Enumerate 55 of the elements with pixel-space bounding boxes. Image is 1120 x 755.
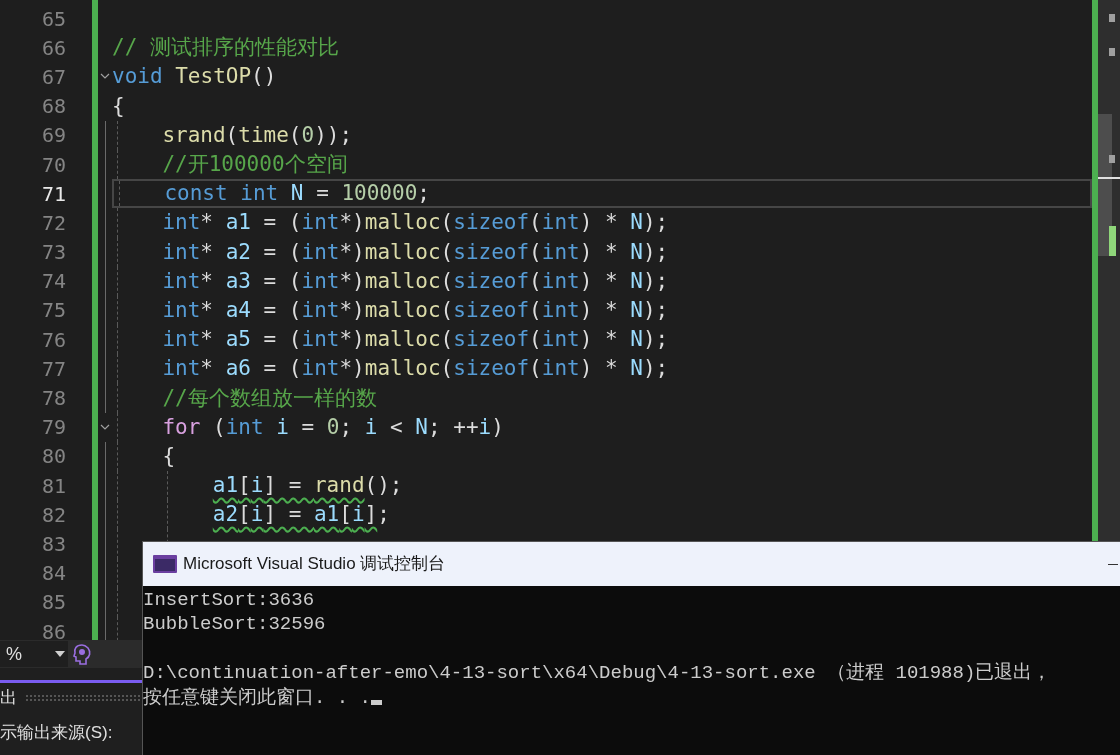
code-line: int* a2 = (int*)malloc(sizeof(int) * N); [162, 241, 669, 263]
code-line: srand(time(0)); [162, 124, 353, 146]
source-label: 示输出来源(S): [0, 722, 113, 745]
line-number: 76 [40, 326, 66, 354]
line-number: 73 [40, 239, 66, 267]
console-output-line: D:\continuation-after-emo\4-13-sort\x64\Debug\4-13-sort.exe （进程 101988)已退出， [143, 661, 1052, 686]
line-number: 84 [40, 560, 66, 588]
line-number: 78 [40, 385, 66, 413]
line-number: 81 [40, 472, 66, 500]
console-app-icon [153, 555, 177, 573]
code-line: void TestOP() [112, 66, 277, 88]
line-number: 71 [40, 180, 66, 208]
output-tab[interactable]: 出 [0, 685, 17, 711]
line-number: 65 [40, 5, 66, 33]
code-line: { [112, 95, 125, 117]
line-number: 69 [40, 122, 66, 150]
line-number: 68 [40, 93, 66, 121]
minimize-icon[interactable] [1108, 563, 1118, 565]
code-line: a2[i] = a1[i]; [212, 504, 390, 526]
line-number: 70 [40, 151, 66, 179]
code-line: int* a5 = (int*)malloc(sizeof(int) * N); [162, 329, 669, 351]
console-output-line: 按任意键关闭此窗口. . . [143, 685, 371, 710]
line-number: 72 [40, 209, 66, 237]
collapse-chevron-icon[interactable] [100, 73, 110, 81]
code-line: for (int i = 0; i < N; ++i) [162, 416, 504, 438]
code-line: int* a4 = (int*)malloc(sizeof(int) * N); [162, 299, 669, 321]
line-number: 66 [40, 34, 66, 62]
line-number: 77 [40, 355, 66, 383]
collapse-chevron-icon[interactable] [100, 423, 110, 431]
line-number: 85 [40, 589, 66, 617]
code-line: int* a1 = (int*)malloc(sizeof(int) * N); [162, 212, 669, 234]
code-line: int* a3 = (int*)malloc(sizeof(int) * N); [162, 270, 669, 292]
line-number: 83 [40, 530, 66, 558]
zoom-dropdown[interactable]: % [0, 641, 68, 667]
scrollbar-overview[interactable] [1098, 0, 1120, 541]
line-number: 86 [40, 618, 66, 640]
console-output-line: BubbleSort:32596 [143, 612, 326, 637]
caret-icon [55, 651, 65, 657]
line-number: 75 [40, 297, 66, 325]
text-cursor [371, 700, 382, 706]
console-title: Microsoft Visual Studio 调试控制台 [183, 553, 446, 576]
line-number: 67 [40, 63, 66, 91]
code-line: { [162, 445, 176, 467]
line-number: 79 [40, 414, 66, 442]
console-output-line: InsertSort:3636 [143, 588, 315, 613]
code-line: int* a6 = (int*)malloc(sizeof(int) * N); [162, 358, 669, 380]
code-line: // 测试排序的性能对比 [112, 37, 339, 59]
line-number: 80 [40, 443, 66, 471]
line-number: 74 [40, 268, 66, 296]
code-line: //每个数组放一样的数 [162, 387, 377, 409]
code-line: a1[i] = rand(); [212, 475, 403, 497]
code-line: //开100000个空间 [162, 154, 348, 176]
brain-gear-icon[interactable] [71, 643, 93, 665]
line-number: 82 [40, 501, 66, 529]
code-line: const int N = 100000; [164, 183, 430, 205]
